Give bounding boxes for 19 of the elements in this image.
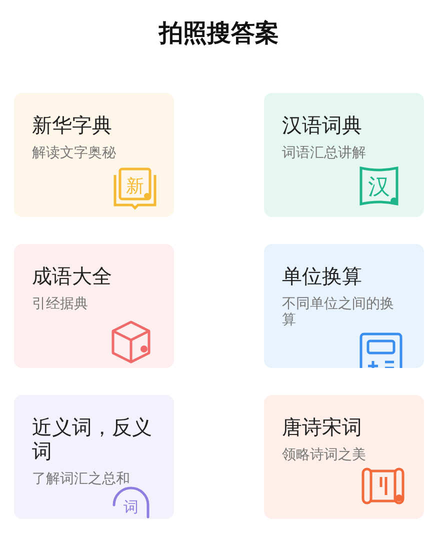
tool-card[interactable]: 汉语词典 词语汇总讲解 汉 bbox=[264, 93, 424, 217]
card-title: 近义词，反义词 bbox=[32, 415, 152, 463]
page-title: 拍照搜答案 bbox=[157, 18, 280, 49]
tool-card[interactable]: 成语大全 引经据典 bbox=[14, 244, 174, 368]
tool-card[interactable]: 近义词，反义词 了解词汇之总和 词 bbox=[14, 395, 174, 519]
card-subtitle: 了解词汇之总和 bbox=[32, 471, 131, 487]
card-subtitle: 引经据典 bbox=[32, 296, 89, 312]
tool-card[interactable]: 新华字典 解读文字奥秘 新 bbox=[14, 93, 174, 217]
card-title: 唐诗宋词 bbox=[282, 415, 363, 439]
card-subtitle: 解读文字奥秘 bbox=[32, 145, 117, 161]
card-title: 汉语词典 bbox=[282, 113, 363, 137]
card-subtitle: 不同单位之间的换算 bbox=[282, 296, 395, 328]
card-subtitle: 词语汇总讲解 bbox=[282, 145, 367, 161]
card-title: 新华字典 bbox=[32, 113, 113, 137]
card-subtitle: 领略诗词之美 bbox=[282, 447, 367, 463]
card-title: 成语大全 bbox=[32, 264, 113, 288]
tool-card[interactable]: 唐诗宋词 领略诗词之美 bbox=[264, 395, 424, 519]
card-title: 单位换算 bbox=[282, 264, 363, 288]
tool-card[interactable]: 单位换算 不同单位之间的换算 bbox=[264, 244, 424, 368]
